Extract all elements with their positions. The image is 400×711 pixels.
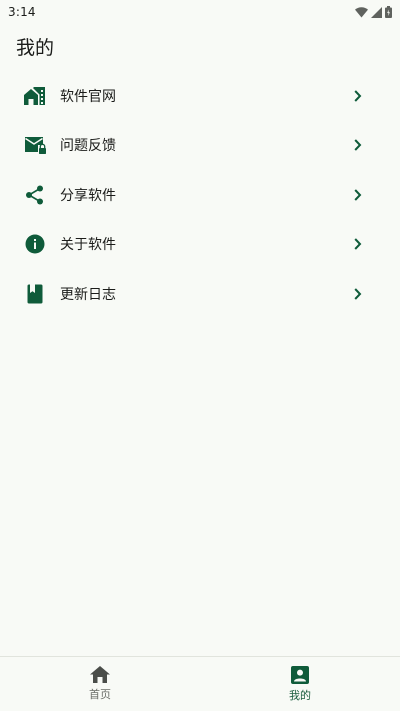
book-icon xyxy=(24,283,46,305)
menu-item-feedback[interactable]: 问题反馈 xyxy=(0,121,400,171)
menu-item-label: 问题反馈 xyxy=(60,138,116,155)
menu-item-about[interactable]: 关于软件 xyxy=(0,220,400,270)
status-icons xyxy=(355,6,392,18)
tab-home-label: 首页 xyxy=(89,688,111,701)
menu-item-changelog[interactable]: 更新日志 xyxy=(0,269,400,319)
menu-item-share[interactable]: 分享软件 xyxy=(0,170,400,220)
menu-item-label: 更新日志 xyxy=(60,286,116,303)
settings-menu-list: 软件官网 问题反馈 分享软件 关于软件 更新日志 xyxy=(0,71,400,319)
chevron-right-icon xyxy=(352,89,364,103)
chevron-right-icon xyxy=(352,188,364,202)
menu-item-label: 软件官网 xyxy=(60,88,116,105)
page-title: 我的 xyxy=(16,37,55,59)
tab-home[interactable]: 首页 xyxy=(0,657,200,711)
info-icon xyxy=(24,233,46,255)
chevron-right-icon xyxy=(352,138,364,152)
share-icon xyxy=(24,184,46,206)
tab-mine[interactable]: 我的 xyxy=(200,657,400,711)
menu-item-label: 关于软件 xyxy=(60,237,116,254)
status-bar: 3:14 xyxy=(0,0,400,24)
menu-item-official-website[interactable]: 软件官网 xyxy=(0,71,400,121)
tab-mine-label: 我的 xyxy=(289,689,311,702)
home-icon xyxy=(90,666,110,683)
bottom-navigation: 首页 我的 xyxy=(0,656,400,711)
chevron-right-icon xyxy=(352,237,364,251)
chevron-right-icon xyxy=(352,287,364,301)
wifi-icon xyxy=(355,6,368,18)
account-box-icon xyxy=(291,666,309,684)
battery-icon xyxy=(385,6,392,18)
status-time: 3:14 xyxy=(8,5,36,19)
mail-lock-icon xyxy=(24,134,46,156)
home-web-icon xyxy=(24,85,46,107)
menu-item-label: 分享软件 xyxy=(60,187,116,204)
cellular-signal-icon xyxy=(371,6,382,18)
